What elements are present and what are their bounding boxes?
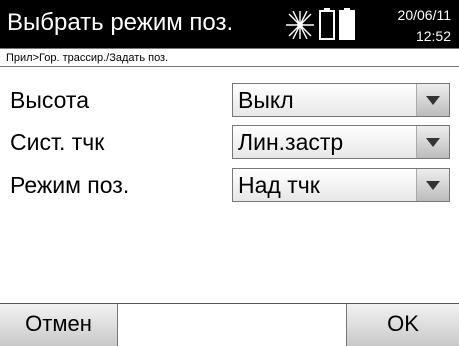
dropdown-arrow-icon[interactable]: [416, 84, 449, 116]
position-mode-dropdown[interactable]: Над тчк: [232, 168, 450, 202]
height-dropdown[interactable]: Выкл: [232, 83, 450, 117]
height-value: Выкл: [238, 87, 294, 113]
cancel-button[interactable]: Отмен: [0, 304, 118, 346]
height-label: Высота: [10, 87, 89, 113]
position-mode-value: Над тчк: [238, 172, 320, 198]
dropdown-arrow-icon[interactable]: [416, 126, 449, 158]
screen: Выбрать режим поз. 20/06/11 12:52 Прил>Г…: [0, 0, 459, 346]
breadcrumb: Прил>Гор. трассир./Задать поз.: [0, 48, 459, 67]
ok-button[interactable]: OK: [346, 304, 459, 346]
screen-title: Выбрать режим поз.: [7, 9, 234, 36]
point-system-dropdown[interactable]: Лин.застр: [232, 125, 450, 159]
date-display: 20/06/11: [397, 7, 451, 23]
time-display: 12:52: [415, 28, 451, 44]
position-mode-label: Режим поз.: [10, 172, 130, 198]
empty-softkey: [118, 304, 346, 346]
battery-icon: [319, 8, 335, 40]
laser-beam-icon: [286, 11, 314, 39]
title-bar: Выбрать режим поз. 20/06/11 12:52: [0, 0, 459, 48]
softkey-bar: Отмен OK: [0, 303, 459, 346]
dropdown-arrow-icon[interactable]: [416, 169, 449, 201]
point-system-value: Лин.застр: [238, 129, 344, 155]
point-system-label: Сист. тчк: [10, 129, 105, 155]
battery-icon: [339, 8, 355, 40]
